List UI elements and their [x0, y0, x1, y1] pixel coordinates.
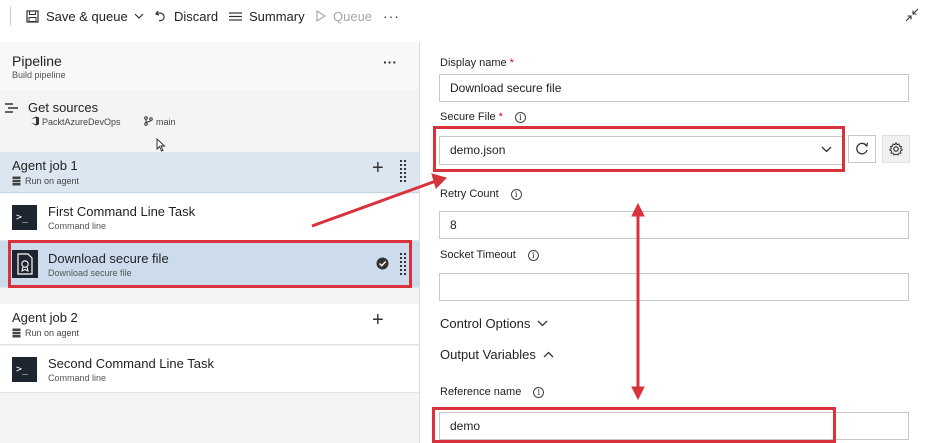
agent-job-1[interactable]: Agent job 1 Run on agent + — [0, 152, 419, 193]
required-marker: * — [509, 57, 514, 69]
display-name-input[interactable]: Download secure file — [439, 74, 909, 102]
collapse-icon[interactable] — [905, 8, 919, 22]
discard-label: Discard — [174, 8, 219, 24]
chevron-up-icon — [543, 351, 554, 358]
add-task-button[interactable]: + — [372, 158, 384, 178]
task-second-command-line[interactable]: >_ Second Command Line Task Command line — [0, 346, 419, 393]
highlight-box-task — [8, 240, 412, 288]
pipeline-subtitle: Build pipeline — [12, 70, 66, 80]
command-line-icon: >_ — [12, 357, 37, 382]
get-sources-item[interactable]: Get sources PacktAzureDevOps main — [0, 94, 419, 142]
drag-handle-icon[interactable] — [400, 160, 406, 182]
agent-job-subtitle: Run on agent — [25, 176, 80, 186]
more-actions-button[interactable]: ··· — [383, 8, 400, 24]
socket-timeout-label-text: Socket Timeout — [440, 249, 516, 261]
info-icon[interactable]: i — [514, 111, 526, 123]
task-first-command-line[interactable]: >_ First Command Line Task Command line — [0, 194, 419, 241]
control-options-label: Control Options — [440, 316, 531, 331]
discard-button[interactable]: Discard — [155, 0, 218, 32]
save-queue-button[interactable]: Save & queue — [26, 0, 151, 32]
command-line-icon: >_ — [12, 205, 37, 230]
chevron-down-icon — [134, 13, 144, 19]
pipeline-title: Pipeline — [12, 53, 62, 69]
info-icon[interactable]: i — [533, 386, 545, 398]
task-subtitle: Command line — [48, 221, 107, 231]
save-icon — [26, 9, 39, 23]
retry-count-label-text: Retry Count — [440, 188, 499, 200]
socket-timeout-input[interactable] — [439, 273, 909, 301]
secure-file-label-text: Secure File — [440, 111, 496, 123]
task-title: First Command Line Task — [48, 204, 196, 219]
display-name-label: Display name * — [440, 57, 514, 69]
gear-icon — [889, 142, 903, 156]
socket-timeout-label: Socket Timeout i — [440, 249, 539, 261]
agent-job-title: Agent job 1 — [12, 158, 78, 173]
server-icon — [12, 176, 21, 186]
summary-label: Summary — [249, 8, 305, 24]
get-sources-icon — [5, 103, 18, 113]
refresh-icon — [856, 142, 869, 155]
output-variables-toggle[interactable]: Output Variables — [440, 347, 554, 362]
summary-button[interactable]: Summary — [229, 0, 305, 32]
toolbar-divider — [10, 7, 11, 25]
server-icon — [12, 328, 21, 338]
info-icon[interactable]: i — [527, 249, 539, 261]
retry-count-input[interactable]: 8 — [439, 211, 909, 239]
repo-icon — [31, 116, 39, 126]
branch-icon — [144, 116, 153, 126]
secure-file-label: Secure File * i — [440, 111, 526, 123]
mouse-cursor-icon — [156, 138, 166, 152]
control-options-toggle[interactable]: Control Options — [440, 316, 548, 331]
required-marker: * — [498, 111, 503, 123]
refresh-button[interactable] — [848, 135, 876, 163]
save-queue-label: Save & queue — [46, 8, 128, 24]
pipeline-more-button[interactable]: ··· — [383, 54, 397, 70]
get-sources-title: Get sources — [28, 100, 99, 115]
highlight-box-secure-file — [433, 126, 845, 172]
branch-name: main — [156, 117, 176, 127]
info-icon[interactable]: i — [510, 188, 522, 200]
output-variables-label: Output Variables — [440, 347, 536, 362]
chevron-down-icon — [537, 320, 548, 327]
agent-job-subtitle: Run on agent — [25, 328, 80, 338]
retry-count-label: Retry Count i — [440, 188, 522, 200]
pipeline-header[interactable]: Pipeline Build pipeline ··· — [0, 42, 419, 90]
task-details-panel: Display name * Download secure file Secu… — [421, 42, 930, 443]
queue-button[interactable]: Queue — [316, 0, 372, 32]
display-name-label-text: Display name — [440, 57, 507, 69]
repo-name: PacktAzureDevOps — [42, 117, 121, 127]
agent-job-title: Agent job 2 — [12, 310, 78, 325]
manage-settings-button[interactable] — [882, 135, 910, 163]
task-subtitle: Command line — [48, 373, 107, 383]
toolbar: Save & queue Discard Summary Queue ··· — [0, 0, 930, 32]
highlight-box-reference-name — [432, 407, 836, 443]
list-icon — [229, 11, 242, 21]
undo-icon — [155, 10, 165, 22]
play-icon — [316, 10, 326, 22]
reference-name-label-text: Reference name — [440, 386, 522, 398]
reference-name-label: Reference name i — [440, 386, 545, 398]
agent-job-2[interactable]: Agent job 2 Run on agent + — [0, 304, 419, 345]
task-title: Second Command Line Task — [48, 356, 214, 371]
queue-label: Queue — [333, 8, 373, 24]
add-task-button[interactable]: + — [372, 310, 384, 330]
